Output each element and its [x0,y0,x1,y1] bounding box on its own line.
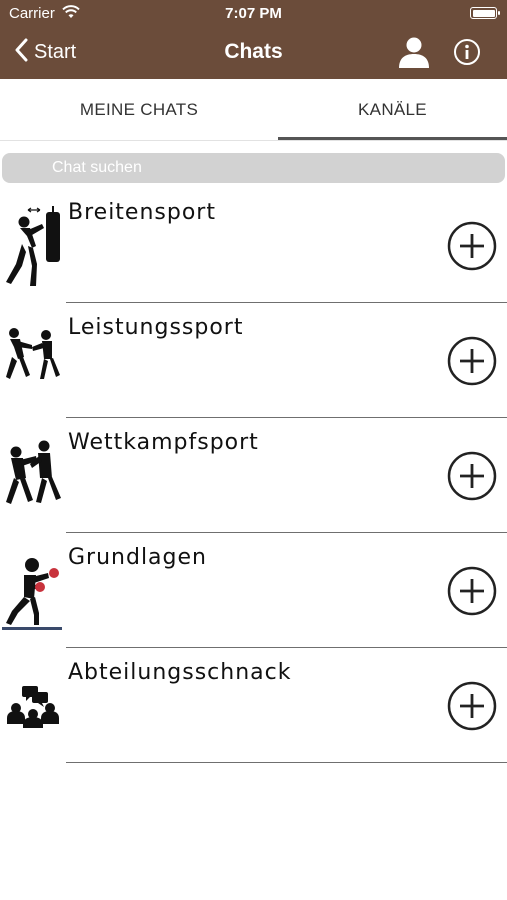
navigation-bar: Start Chats [0,28,507,79]
channel-row-abteilungsschnack[interactable]: Abteilungsschnack [0,648,507,763]
tab-bar: MEINE CHATS KANÄLE [0,79,507,141]
channel-title: Grundlagen [68,545,207,570]
channel-title: Wettkampfsport [68,430,259,455]
tab-my-chats[interactable]: MEINE CHATS [0,79,278,141]
channel-title: Leistungssport [68,315,244,340]
boxer-red-gloves-icon [2,551,64,633]
chat-search-input[interactable] [2,153,505,183]
channel-row-leistungssport[interactable]: Leistungssport [0,303,507,418]
channel-list: Breitensport Leistungssport Wettkampfspo… [0,188,507,763]
add-channel-button[interactable] [447,681,497,731]
tab-channels[interactable]: KANÄLE [278,79,507,141]
battery-icon [470,7,500,19]
add-channel-button[interactable] [447,336,497,386]
person-icon[interactable] [396,34,432,75]
add-channel-button[interactable] [447,451,497,501]
app-header: Carrier 7:07 PM Start Chats [0,0,507,79]
channel-title: Breitensport [68,200,216,225]
sparring-icon [2,321,64,403]
channel-row-breitensport[interactable]: Breitensport [0,188,507,303]
punching-bag-icon [2,206,64,288]
channel-title: Abteilungsschnack [68,660,292,685]
add-channel-button[interactable] [447,221,497,271]
tab-selected-indicator [278,137,507,140]
status-time: 7:07 PM [225,5,282,22]
channel-row-wettkampfsport[interactable]: Wettkampfsport [0,418,507,533]
channel-row-grundlagen[interactable]: Grundlagen [0,533,507,648]
info-icon[interactable] [453,38,481,71]
group-chat-icon [2,666,64,748]
row-divider [66,761,507,763]
add-channel-button[interactable] [447,566,497,616]
status-bar: Carrier 7:07 PM [0,0,507,28]
boxing-match-icon [2,436,64,518]
